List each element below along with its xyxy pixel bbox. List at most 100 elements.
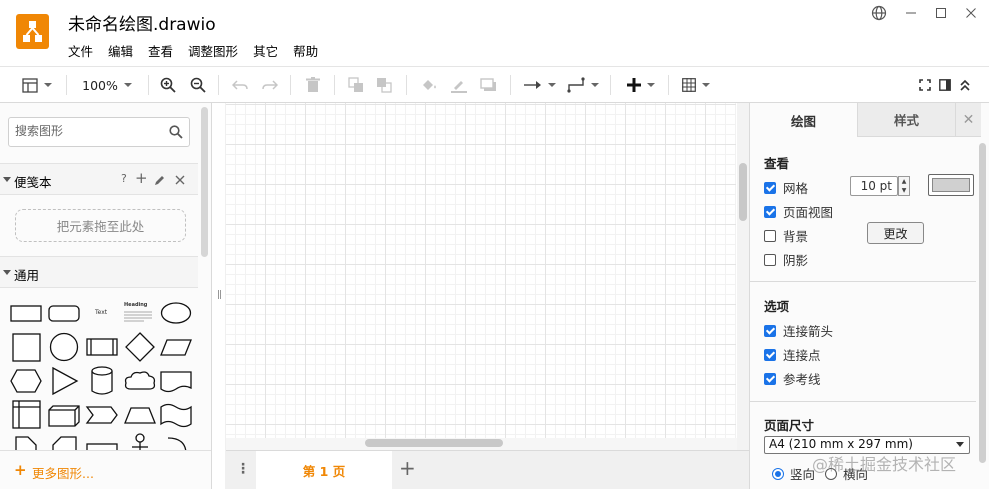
parallelogram-shape[interactable]	[158, 330, 194, 364]
table-icon	[682, 78, 696, 92]
general-shapes-title: 通用	[14, 268, 40, 283]
rectangle-shape[interactable]	[8, 296, 44, 330]
shadow-label: 阴影	[783, 253, 809, 268]
textbox-shape[interactable]: Heading	[122, 296, 158, 330]
sidebar-scrollbar[interactable]	[201, 107, 208, 257]
delete-trash-icon[interactable]	[302, 67, 324, 103]
change-background-button[interactable]: 更改	[867, 222, 924, 244]
rounded-rectangle-shape[interactable]	[46, 296, 82, 330]
note-shape[interactable]	[8, 432, 44, 450]
trapezoid-shape[interactable]	[122, 398, 158, 432]
sidebar-splitter-handle[interactable]: ||	[217, 290, 222, 300]
guides-checkbox[interactable]: 参考线	[764, 369, 821, 388]
format-panel-scrollbar[interactable]	[979, 143, 986, 463]
canvas-vertical-scroll-thumb[interactable]	[739, 163, 747, 221]
drop-hint-text: 把元素拖至此处	[56, 219, 145, 234]
view-panels-button[interactable]	[18, 67, 56, 103]
grid-color-button[interactable]	[928, 174, 974, 196]
grid-size-input[interactable]: 10 pt	[850, 176, 898, 196]
internal-storage-shape[interactable]	[8, 398, 44, 432]
format-panel-toggle-icon[interactable]	[936, 67, 954, 103]
connection-arrows-checkbox[interactable]: 连接箭头	[764, 321, 833, 340]
canvas-horizontal-scroll-thumb[interactable]	[365, 439, 503, 447]
page-menu-icon[interactable]: ⋮	[236, 461, 250, 477]
cube-shape[interactable]	[46, 398, 82, 432]
scratchpad-help-button[interactable]: ?	[121, 172, 127, 185]
checkbox-checked-icon	[764, 324, 776, 337]
step-shape[interactable]	[84, 398, 120, 432]
text-shape[interactable]: Text	[84, 296, 120, 330]
menu-view[interactable]: 查看	[148, 41, 173, 60]
tab-style[interactable]: 样式	[857, 103, 955, 137]
page-tab-1[interactable]: 第 1 页	[256, 451, 392, 489]
scratchpad-close-icon[interactable]	[175, 175, 185, 185]
redo-icon[interactable]	[260, 67, 280, 103]
table-button[interactable]	[678, 67, 714, 103]
close-window-icon[interactable]	[962, 5, 980, 21]
connection-style-button[interactable]	[520, 67, 560, 103]
language-globe-icon[interactable]	[870, 5, 888, 21]
to-front-icon[interactable]	[346, 67, 366, 103]
insert-button[interactable]	[622, 67, 660, 103]
or-shape[interactable]	[158, 432, 194, 450]
add-page-icon[interactable]: +	[399, 456, 416, 480]
callout-shape[interactable]	[84, 432, 120, 450]
ellipse-shape[interactable]	[158, 296, 194, 330]
tape-shape[interactable]	[158, 398, 194, 432]
search-icon[interactable]	[169, 125, 183, 139]
menu-file[interactable]: 文件	[68, 41, 93, 60]
canvas-vertical-scrollbar[interactable]	[737, 103, 749, 451]
portrait-radio[interactable]: 竖向	[772, 464, 815, 483]
undo-icon[interactable]	[230, 67, 250, 103]
close-panel-icon[interactable]: ✕	[955, 103, 981, 137]
shadow-checkbox[interactable]: 阴影	[764, 250, 808, 269]
background-checkbox[interactable]: 背景	[764, 226, 808, 245]
scratchpad-header[interactable]: 便笺本 ? +	[0, 163, 198, 195]
process-shape[interactable]	[84, 330, 120, 364]
actor-shape[interactable]	[122, 432, 158, 450]
menu-help[interactable]: 帮助	[293, 41, 318, 60]
shadow-icon[interactable]	[478, 67, 500, 103]
menu-bar: 文件 编辑 查看 调整图形 其它 帮助	[68, 41, 333, 60]
menu-extras[interactable]: 其它	[253, 41, 278, 60]
document-title[interactable]: 未命名绘图.drawio	[68, 10, 216, 35]
diamond-shape[interactable]	[122, 330, 158, 364]
diagram-canvas[interactable]	[226, 103, 736, 438]
grid-size-stepper[interactable]: ▲ ▼	[898, 176, 910, 196]
waypoints-button[interactable]	[564, 67, 602, 103]
general-shapes-header[interactable]: 通用	[0, 256, 198, 288]
divider	[750, 281, 976, 282]
hexagon-shape[interactable]	[8, 364, 44, 398]
cloud-shape[interactable]	[122, 364, 158, 398]
scratchpad-drop-zone[interactable]: 把元素拖至此处	[15, 209, 186, 242]
circle-shape[interactable]	[46, 330, 82, 364]
cylinder-shape[interactable]	[84, 364, 120, 398]
straight-arrow-icon	[524, 81, 541, 89]
maximize-icon[interactable]	[932, 5, 950, 21]
scratchpad-edit-pencil-icon[interactable]	[154, 174, 166, 186]
tab-diagram[interactable]: 绘图	[750, 103, 857, 137]
fill-color-icon[interactable]	[418, 67, 440, 103]
card-shape[interactable]	[46, 432, 82, 450]
grid-checkbox[interactable]: 网格	[764, 178, 808, 197]
scratchpad-add-icon[interactable]: +	[135, 169, 148, 187]
connection-points-checkbox[interactable]: 连接点	[764, 345, 821, 364]
page-view-checkbox[interactable]: 页面视图	[764, 202, 833, 221]
to-back-icon[interactable]	[374, 67, 394, 103]
zoom-select[interactable]: 100%	[78, 67, 136, 103]
zoom-out-icon[interactable]	[188, 67, 208, 103]
fullscreen-icon[interactable]	[916, 67, 934, 103]
panel-layout-icon	[22, 77, 38, 93]
zoom-in-icon[interactable]	[158, 67, 178, 103]
minimize-icon[interactable]	[902, 5, 920, 21]
document-shape[interactable]	[158, 364, 194, 398]
shape-search-input[interactable]	[15, 124, 165, 138]
collapse-toolbar-icon[interactable]	[956, 67, 974, 103]
connection-arrows-label: 连接箭头	[783, 324, 834, 339]
menu-arrange[interactable]: 调整图形	[188, 41, 238, 60]
menu-edit[interactable]: 编辑	[108, 41, 133, 60]
square-shape[interactable]	[8, 330, 44, 364]
line-color-icon[interactable]	[448, 67, 470, 103]
more-shapes-button[interactable]: + 更多图形...	[0, 450, 211, 489]
triangle-shape[interactable]	[46, 364, 82, 398]
